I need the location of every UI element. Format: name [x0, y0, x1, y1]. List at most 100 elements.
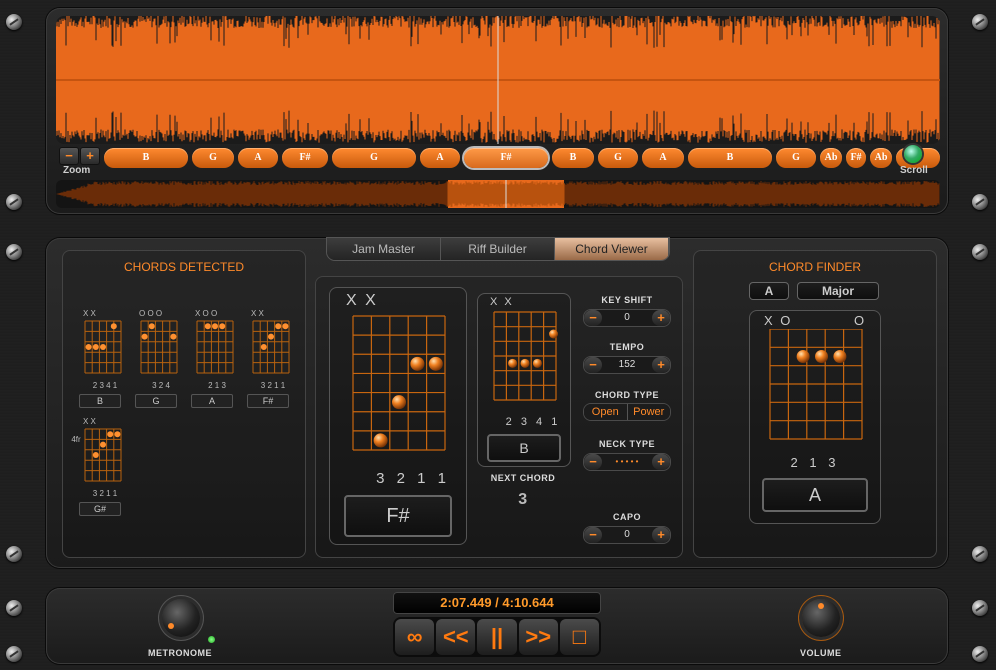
overview-waveform[interactable] — [56, 180, 940, 208]
finder-chord-open-string: O — [854, 313, 865, 328]
zoom-label: Zoom — [63, 165, 91, 176]
finger-dot — [92, 452, 99, 458]
key-shift-label: KEY SHIFT — [601, 295, 653, 305]
finger-dot — [833, 350, 847, 363]
next-chord-diagram — [493, 311, 559, 401]
chord-chip[interactable]: G — [598, 148, 638, 168]
tempo-increase-button[interactable]: + — [652, 357, 670, 373]
tab-jam-master[interactable]: Jam Master — [327, 238, 441, 260]
finger-dot — [520, 358, 530, 368]
fast-forward-button[interactable]: >> — [518, 619, 558, 655]
finger-dot — [114, 431, 121, 438]
neck-type-decrease-button[interactable]: − — [584, 454, 602, 470]
zoom-in-button[interactable]: + — [80, 147, 100, 165]
current-chord-fingering: 3 2 1 1 — [376, 470, 450, 487]
chord-chip[interactable]: Ab — [870, 148, 892, 168]
detected-chord-fingering: 2 1 3 — [208, 381, 226, 390]
finger-dot — [204, 323, 211, 330]
chord-root-selector[interactable]: A — [749, 282, 789, 300]
finder-chord-mutes: X O — [764, 313, 793, 328]
waveform-display[interactable] — [56, 16, 940, 144]
detected-chord-name[interactable]: A — [191, 394, 233, 408]
detected-chord-name[interactable]: G# — [79, 502, 121, 516]
finger-dot — [373, 433, 388, 448]
loop-button[interactable]: ∞ — [395, 619, 435, 655]
detected-chord-name[interactable]: B — [79, 394, 121, 408]
chord-chip[interactable]: A — [420, 148, 460, 168]
capo-decrease-button[interactable]: − — [584, 527, 602, 543]
scroll-toggle-button[interactable] — [904, 145, 922, 163]
chord-chip[interactable]: F# — [846, 148, 866, 168]
tab-riff-builder[interactable]: Riff Builder — [441, 238, 555, 260]
neck-type-increase-button[interactable]: + — [652, 454, 670, 470]
screw-icon — [6, 546, 22, 562]
finger-dot — [275, 323, 282, 330]
neck-type-value: • • • • • — [615, 457, 639, 466]
detected-chord-mutes: X X — [83, 417, 96, 426]
chord-chip[interactable]: B — [688, 148, 772, 168]
scroll-label: Scroll — [900, 165, 928, 176]
chord-chip[interactable]: G — [332, 148, 416, 168]
chords-detected-title: CHORDS DETECTED — [123, 260, 244, 274]
chord-timeline[interactable]: B G A F# G A F# B G A B G Ab F# Ab — [104, 148, 940, 168]
chord-type-open-option[interactable]: Open — [584, 404, 628, 420]
metronome-label: METRONOME — [148, 648, 212, 658]
stop-button[interactable]: □ — [559, 619, 600, 655]
chord-viewer-panel: Jam Master Riff Builder Chord Viewer CHO… — [46, 238, 948, 568]
chord-chip[interactable]: Ab — [820, 148, 842, 168]
finger-dot — [268, 333, 274, 340]
screw-icon — [6, 600, 22, 616]
chord-type-label: CHORD TYPE — [594, 390, 659, 400]
key-shift-decrease-button[interactable]: − — [584, 310, 602, 326]
chord-chip[interactable]: G — [776, 148, 816, 168]
waveform-panel: − + Zoom B G A F# G A F# B G A B G Ab F# Ab Scroll — [46, 8, 948, 214]
next-chord-mutes: X X — [490, 296, 514, 308]
chord-chip[interactable]: G — [192, 148, 234, 168]
chord-chip[interactable]: F# — [282, 148, 328, 168]
zoom-out-button[interactable]: − — [59, 147, 79, 165]
tempo-decrease-button[interactable]: − — [584, 357, 602, 373]
detected-chord-name[interactable]: G — [135, 394, 177, 408]
pause-button[interactable]: || — [477, 619, 517, 655]
chord-chip[interactable]: F# — [464, 148, 548, 168]
volume-knob[interactable] — [802, 599, 840, 637]
transport-panel: METRONOME 2:07.449 / 4:10.644 ∞ << || >>… — [46, 588, 948, 664]
detected-chord-diagram — [252, 320, 290, 374]
chord-type-power-option[interactable]: Power — [627, 404, 670, 420]
detected-chord-diagram — [84, 320, 122, 374]
rewind-button[interactable]: << — [436, 619, 476, 655]
finder-chord-fingering: 2 1 3 — [790, 455, 840, 470]
screw-icon — [972, 546, 988, 562]
chord-chip[interactable]: B — [552, 148, 594, 168]
overview-graphic — [56, 180, 940, 208]
finger-dot — [549, 329, 559, 339]
time-display: 2:07.449 / 4:10.644 — [393, 592, 601, 614]
chord-chip[interactable]: A — [642, 148, 684, 168]
tab-chord-viewer[interactable]: Chord Viewer — [555, 238, 669, 260]
capo-increase-button[interactable]: + — [652, 527, 670, 543]
finger-dot — [148, 323, 155, 330]
chords-detected-section: CHORDS DETECTED X X 2 3 4 1 B O O O 3 2 4 G X … — [62, 250, 306, 558]
chord-chip[interactable]: A — [238, 148, 278, 168]
metronome-knob[interactable] — [162, 599, 200, 637]
finder-chord-name: A — [762, 478, 868, 512]
key-shift-increase-button[interactable]: + — [652, 310, 670, 326]
chord-finder-title: CHORD FINDER — [769, 260, 861, 274]
chord-chip[interactable]: B — [104, 148, 188, 168]
finger-dot — [100, 344, 106, 350]
next-chord-card: X X 2 3 4 1 B — [477, 293, 571, 467]
screw-icon — [6, 14, 22, 30]
chord-quality-selector[interactable]: Major — [797, 282, 879, 300]
detected-chord-name[interactable]: F# — [247, 394, 289, 408]
finger-dot — [110, 323, 117, 330]
next-chord-name: B — [487, 434, 561, 462]
detected-chord-mutes: X O O — [195, 309, 218, 318]
screw-icon — [6, 194, 22, 210]
detected-chord-diagram — [196, 320, 234, 374]
finder-chord-card: X O O 2 1 3 A — [749, 310, 881, 524]
key-shift-value: 0 — [624, 312, 630, 323]
detected-chord-fingering: 3 2 1 1 — [260, 381, 286, 390]
screw-icon — [6, 244, 22, 260]
mode-tabs: Jam Master Riff Builder Chord Viewer — [327, 238, 669, 260]
detected-chord-mutes: X X — [83, 309, 96, 318]
